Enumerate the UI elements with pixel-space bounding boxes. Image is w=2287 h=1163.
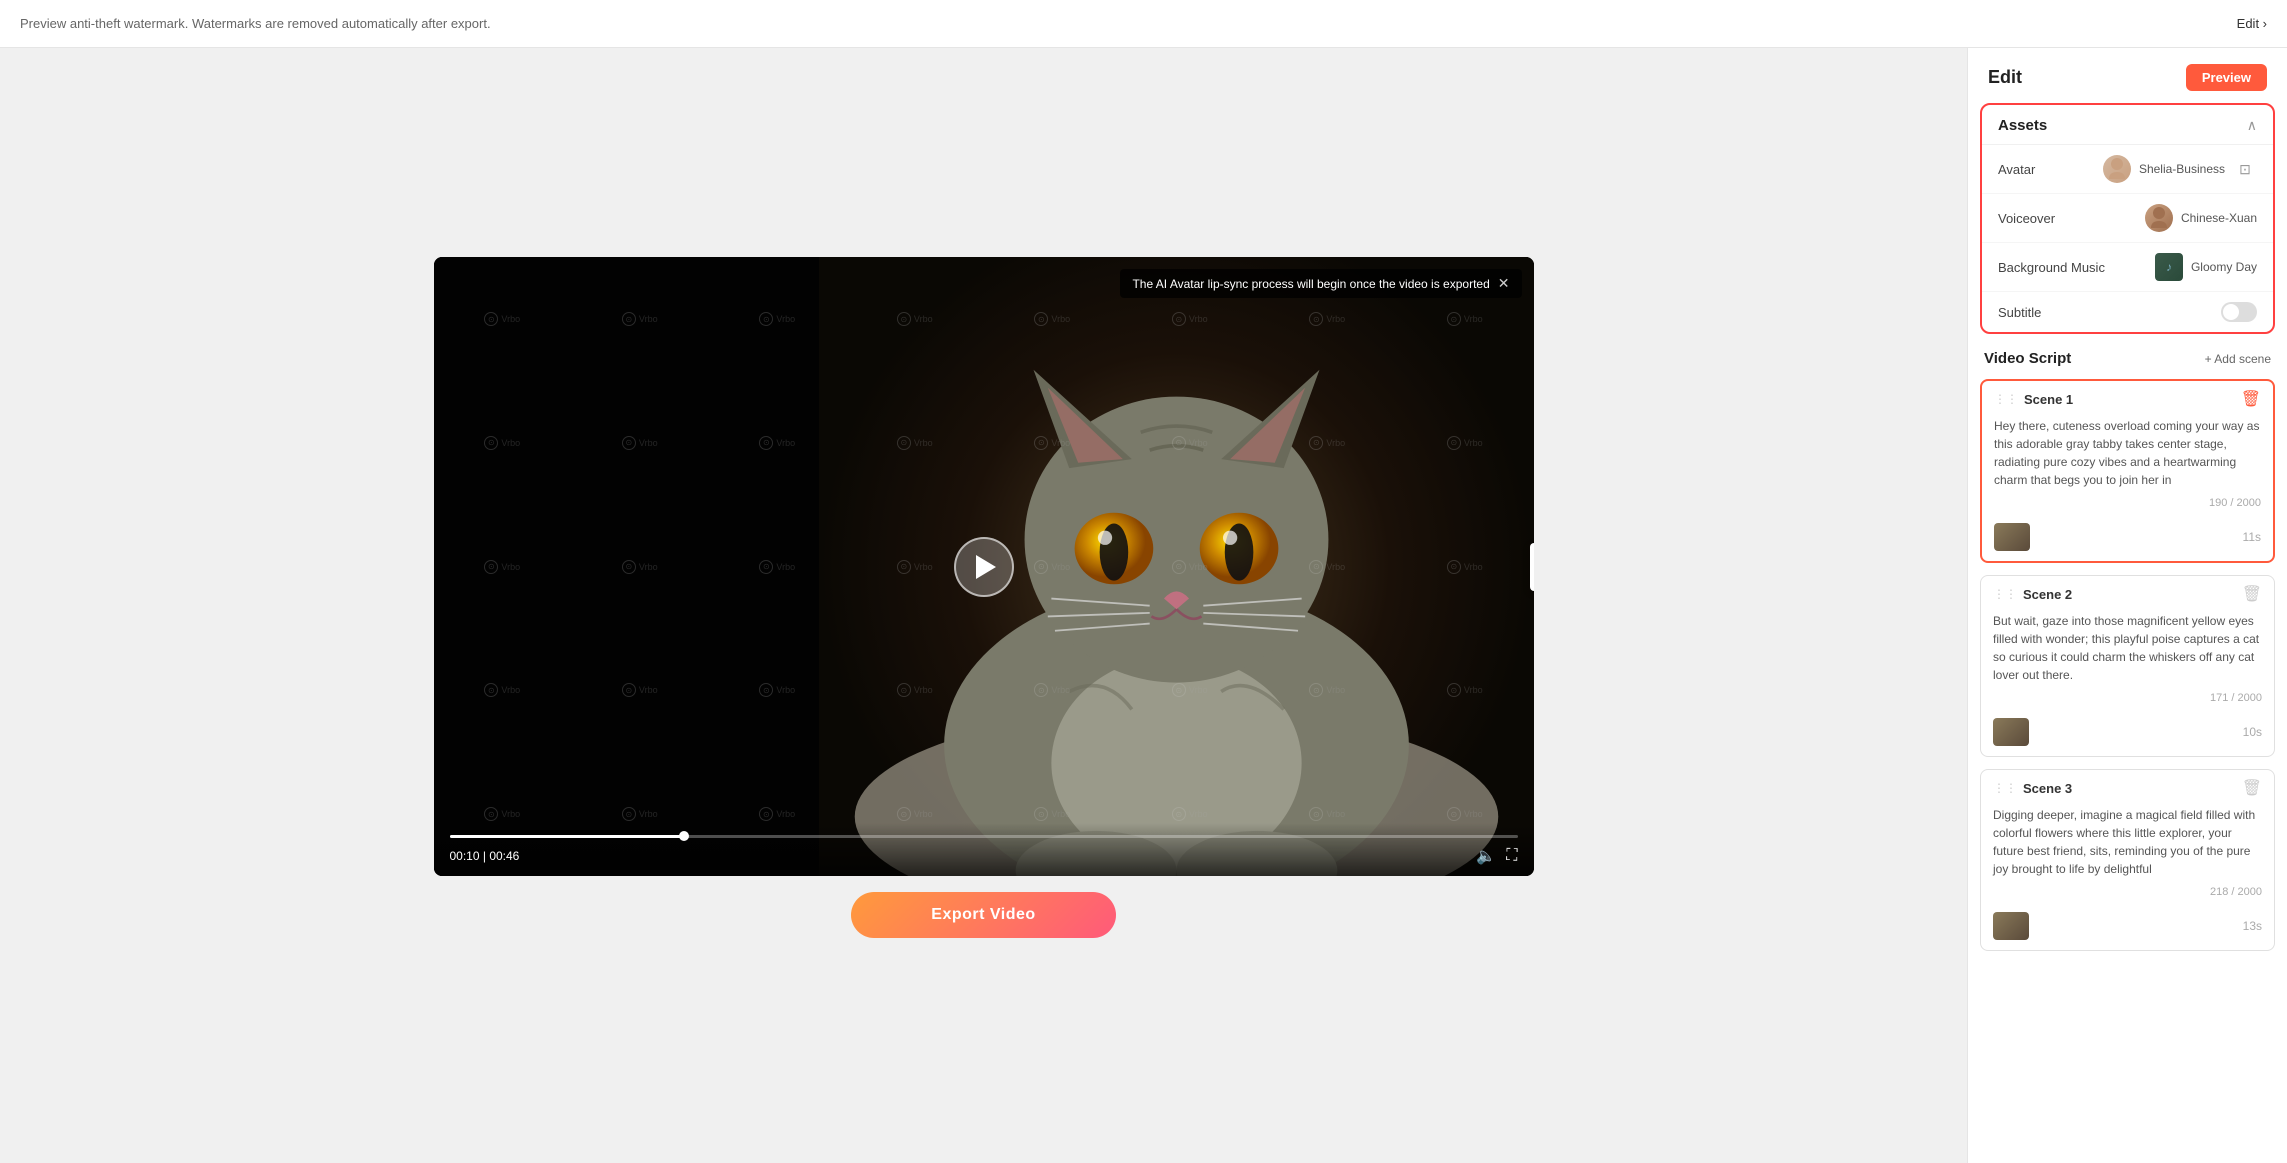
scene-3-text[interactable]: Digging deeper, imagine a magical field … <box>1981 806 2274 886</box>
asset-row-subtitle: Subtitle <box>1982 292 2273 332</box>
play-button[interactable] <box>954 537 1014 597</box>
scene-card-2: ⋮⋮ Scene 2 🗑 But wait, gaze into those m… <box>1980 575 2275 757</box>
controls-row: 00:10 | 00:46 🔈 ⛶ <box>450 846 1518 866</box>
scene-3-header: ⋮⋮ Scene 3 🗑 <box>1981 770 2274 806</box>
progress-thumb <box>679 831 689 841</box>
scene-3-drag-handle[interactable]: ⋮⋮ <box>1993 781 2017 795</box>
notification-text: The AI Avatar lip-sync process will begi… <box>1132 277 1489 291</box>
edit-link[interactable]: Edit › <box>2237 16 2267 31</box>
panel-header: Edit Preview <box>1968 48 2287 103</box>
video-area: The AI Avatar lip-sync process will begi… <box>0 48 1967 1163</box>
control-icons: 🔈 ⛶ <box>1476 846 1517 866</box>
scene-3-label: Scene 3 <box>2023 781 2242 796</box>
time-display: 00:10 | 00:46 <box>450 849 520 863</box>
voiceover-name: Chinese-Xuan <box>2181 211 2257 225</box>
asset-row-avatar: Avatar Shelia-Business ⊡ <box>1982 145 2273 194</box>
scene-1-footer: 11s <box>1982 517 2273 561</box>
main-content: The AI Avatar lip-sync process will begi… <box>0 48 2287 1163</box>
fullscreen-icon[interactable]: ⛶ <box>1506 847 1517 865</box>
video-left-panel <box>434 257 819 876</box>
top-bar: Preview anti-theft watermark. Watermarks… <box>0 0 2287 48</box>
video-container: The AI Avatar lip-sync process will begi… <box>434 257 1534 876</box>
scene-1-delete[interactable]: 🗑 <box>2241 389 2261 409</box>
add-scene-button[interactable]: + Add scene <box>2205 352 2271 366</box>
scene-3-duration: 13s <box>2243 919 2262 933</box>
volume-icon[interactable]: 🔈 <box>1476 846 1496 866</box>
asset-row-voiceover: Voiceover Chinese-Xuan <box>1982 194 2273 243</box>
panel-toggle-button[interactable] <box>1530 543 1534 591</box>
scene-3-char-count: 218 / 2000 <box>1981 886 2274 906</box>
play-icon <box>976 555 996 579</box>
avatar-value: Shelia-Business ⊡ <box>2103 155 2257 183</box>
export-video-button[interactable]: Export Video <box>851 892 1115 938</box>
watermark-notice: Preview anti-theft watermark. Watermarks… <box>20 16 491 31</box>
avatar-name: Shelia-Business <box>2139 162 2225 176</box>
subtitle-label: Subtitle <box>1998 305 2041 320</box>
video-controls: 00:10 | 00:46 🔈 ⛶ <box>434 823 1534 876</box>
scene-2-header: ⋮⋮ Scene 2 🗑 <box>1981 576 2274 612</box>
notification-close[interactable]: ✕ <box>1498 275 1510 292</box>
export-section: Export Video <box>835 876 1131 954</box>
avatar-image <box>2103 155 2131 183</box>
video-notification: The AI Avatar lip-sync process will begi… <box>1120 269 1521 298</box>
current-time: 00:10 <box>450 849 480 863</box>
scene-1-header: ⋮⋮ Scene 1 🗑 <box>1982 381 2273 417</box>
video-frame: ⊙Vrbo ⊙Vrbo ⊙Vrbo ⊙Vrbo ⊙Vrbo ⊙Vrbo ⊙Vrb… <box>434 257 1534 876</box>
scene-1-char-count: 190 / 2000 <box>1982 497 2273 517</box>
scene-card-3: ⋮⋮ Scene 3 🗑 Digging deeper, imagine a m… <box>1980 769 2275 951</box>
voiceover-label: Voiceover <box>1998 211 2055 226</box>
scene-3-footer: 13s <box>1981 906 2274 950</box>
assets-section: Assets ∧ Avatar Shelia-Business <box>1980 103 2275 334</box>
scene-2-thumb-img <box>1993 718 2029 746</box>
progress-fill <box>450 835 685 838</box>
music-thumbnail: ♪ <box>2155 253 2183 281</box>
assets-title: Assets <box>1998 117 2047 134</box>
cat-image-area <box>819 257 1534 876</box>
scene-3-delete[interactable]: 🗑 <box>2242 778 2262 798</box>
bgmusic-label: Background Music <box>1998 260 2105 275</box>
scene-2-duration: 10s <box>2243 725 2262 739</box>
scene-3-thumb-img <box>1993 912 2029 940</box>
scene-1-duration: 11s <box>2243 530 2261 544</box>
subtitle-toggle[interactable] <box>2221 302 2257 322</box>
voiceover-value: Chinese-Xuan <box>2145 204 2257 232</box>
scene-1-label: Scene 1 <box>2024 392 2241 407</box>
panel-title: Edit <box>1988 67 2022 88</box>
avatar-placeholder <box>2103 155 2131 183</box>
scene-1-text[interactable]: Hey there, cuteness overload coming your… <box>1982 417 2273 497</box>
voiceover-image <box>2145 204 2173 232</box>
avatar-label: Avatar <box>1998 162 2035 177</box>
script-title: Video Script <box>1984 350 2071 367</box>
total-time: 00:46 <box>489 849 519 863</box>
script-section: Video Script + Add scene ⋮⋮ Scene 1 🗑 He… <box>1968 350 2287 1163</box>
toggle-knob <box>2223 304 2239 320</box>
subtitle-value <box>2221 302 2257 322</box>
scene-1-thumbnail[interactable] <box>1994 523 2030 551</box>
asset-row-bgmusic: Background Music ♪ Gloomy Day <box>1982 243 2273 292</box>
bgmusic-value: ♪ Gloomy Day <box>2155 253 2257 281</box>
scene-2-footer: 10s <box>1981 712 2274 756</box>
bgmusic-name: Gloomy Day <box>2191 260 2257 274</box>
scene-3-thumbnail[interactable] <box>1993 912 2029 940</box>
scene-2-text[interactable]: But wait, gaze into those magnificent ye… <box>1981 612 2274 692</box>
assets-header: Assets ∧ <box>1982 105 2273 145</box>
scene-1-thumb-img <box>1994 523 2030 551</box>
voiceover-placeholder <box>2145 204 2173 232</box>
preview-button[interactable]: Preview <box>2186 64 2267 91</box>
assets-collapse-icon[interactable]: ∧ <box>2247 117 2257 134</box>
scene-2-delete[interactable]: 🗑 <box>2242 584 2262 604</box>
avatar-edit-button[interactable]: ⊡ <box>2233 157 2257 181</box>
right-panel: Edit Preview Assets ∧ Avatar <box>1967 48 2287 1163</box>
progress-bar[interactable] <box>450 835 1518 838</box>
scene-2-drag-handle[interactable]: ⋮⋮ <box>1993 587 2017 601</box>
scene-card-1: ⋮⋮ Scene 1 🗑 Hey there, cuteness overloa… <box>1980 379 2275 563</box>
script-header: Video Script + Add scene <box>1980 350 2275 367</box>
scene-2-char-count: 171 / 2000 <box>1981 692 2274 712</box>
scene-2-label: Scene 2 <box>2023 587 2242 602</box>
scene-1-drag-handle[interactable]: ⋮⋮ <box>1994 392 2018 406</box>
scene-2-thumbnail[interactable] <box>1993 718 2029 746</box>
